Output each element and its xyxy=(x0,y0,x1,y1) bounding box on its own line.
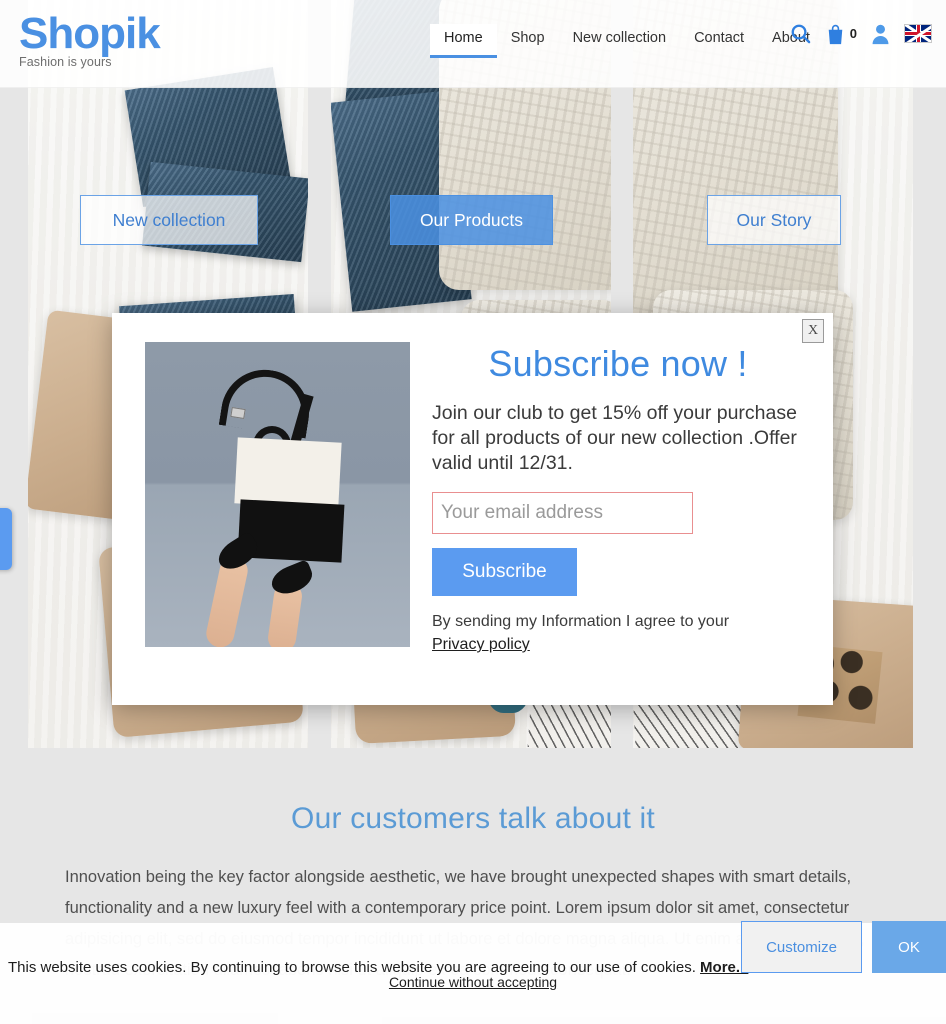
cookie-customize-button[interactable]: Customize xyxy=(741,921,862,973)
modal-description: Join our club to get 15% off your purcha… xyxy=(432,402,797,474)
search-icon[interactable] xyxy=(789,22,812,45)
subscribe-button[interactable]: Subscribe xyxy=(432,548,577,596)
modal-content: Subscribe now ! Join our club to get 15%… xyxy=(432,343,804,656)
bag-buckle-shape xyxy=(230,406,246,420)
shopping-bag-icon[interactable]: 0 xyxy=(825,23,857,45)
hero-button-label: Our Story xyxy=(736,209,812,230)
header-icons: 0 xyxy=(789,22,932,45)
section-title: Our customers talk about it xyxy=(291,802,655,835)
nav-item-new-collection[interactable]: New collection xyxy=(559,24,681,55)
cookie-continue-without-accepting-link[interactable]: Continue without accepting xyxy=(0,974,946,990)
paragraph-line: Innovation being the key factor alongsid… xyxy=(65,868,852,886)
hero-button-our-story[interactable]: Our Story xyxy=(707,195,841,245)
close-icon[interactable]: X xyxy=(802,319,824,343)
cookie-ok-button[interactable]: OK xyxy=(872,921,946,973)
paragraph-line: functionality and a new luxury feel with… xyxy=(65,899,850,917)
user-icon[interactable] xyxy=(870,23,891,45)
nav-item-contact[interactable]: Contact xyxy=(680,24,758,55)
hero-button-label: New collection xyxy=(112,209,226,230)
privacy-policy-link[interactable]: Privacy policy xyxy=(432,636,530,653)
main-navigation: Home Shop New collection Contact About xyxy=(430,24,824,58)
email-input[interactable] xyxy=(432,492,693,534)
modal-consent: By sending my Information I agree to you… xyxy=(432,610,804,656)
hero-button-label: Our Products xyxy=(419,209,524,230)
hero-button-our-products[interactable]: Our Products xyxy=(390,195,553,245)
modal-product-image xyxy=(145,342,410,647)
site-header: Shopik Fashion is yours Home Shop New co… xyxy=(0,0,946,88)
consent-text: By sending my Information I agree to you… xyxy=(432,613,730,630)
nav-item-home[interactable]: Home xyxy=(430,24,497,58)
bag-body-shape xyxy=(234,437,342,509)
cart-count: 0 xyxy=(849,26,857,41)
side-panel-toggle-tab[interactable] xyxy=(0,508,12,570)
brand-name: Shopik xyxy=(19,9,161,58)
modal-title: Subscribe now ! xyxy=(488,343,748,384)
brand-logo[interactable]: Shopik Fashion is yours xyxy=(19,9,161,70)
nav-item-shop[interactable]: Shop xyxy=(497,24,559,55)
hero-button-new-collection[interactable]: New collection xyxy=(80,195,258,245)
subscribe-modal: X Subscribe now ! Join our club to get 1… xyxy=(112,313,833,705)
uk-flag-icon[interactable] xyxy=(904,24,932,43)
page-root: New collection Our Products Our Story Ou… xyxy=(0,0,946,1024)
